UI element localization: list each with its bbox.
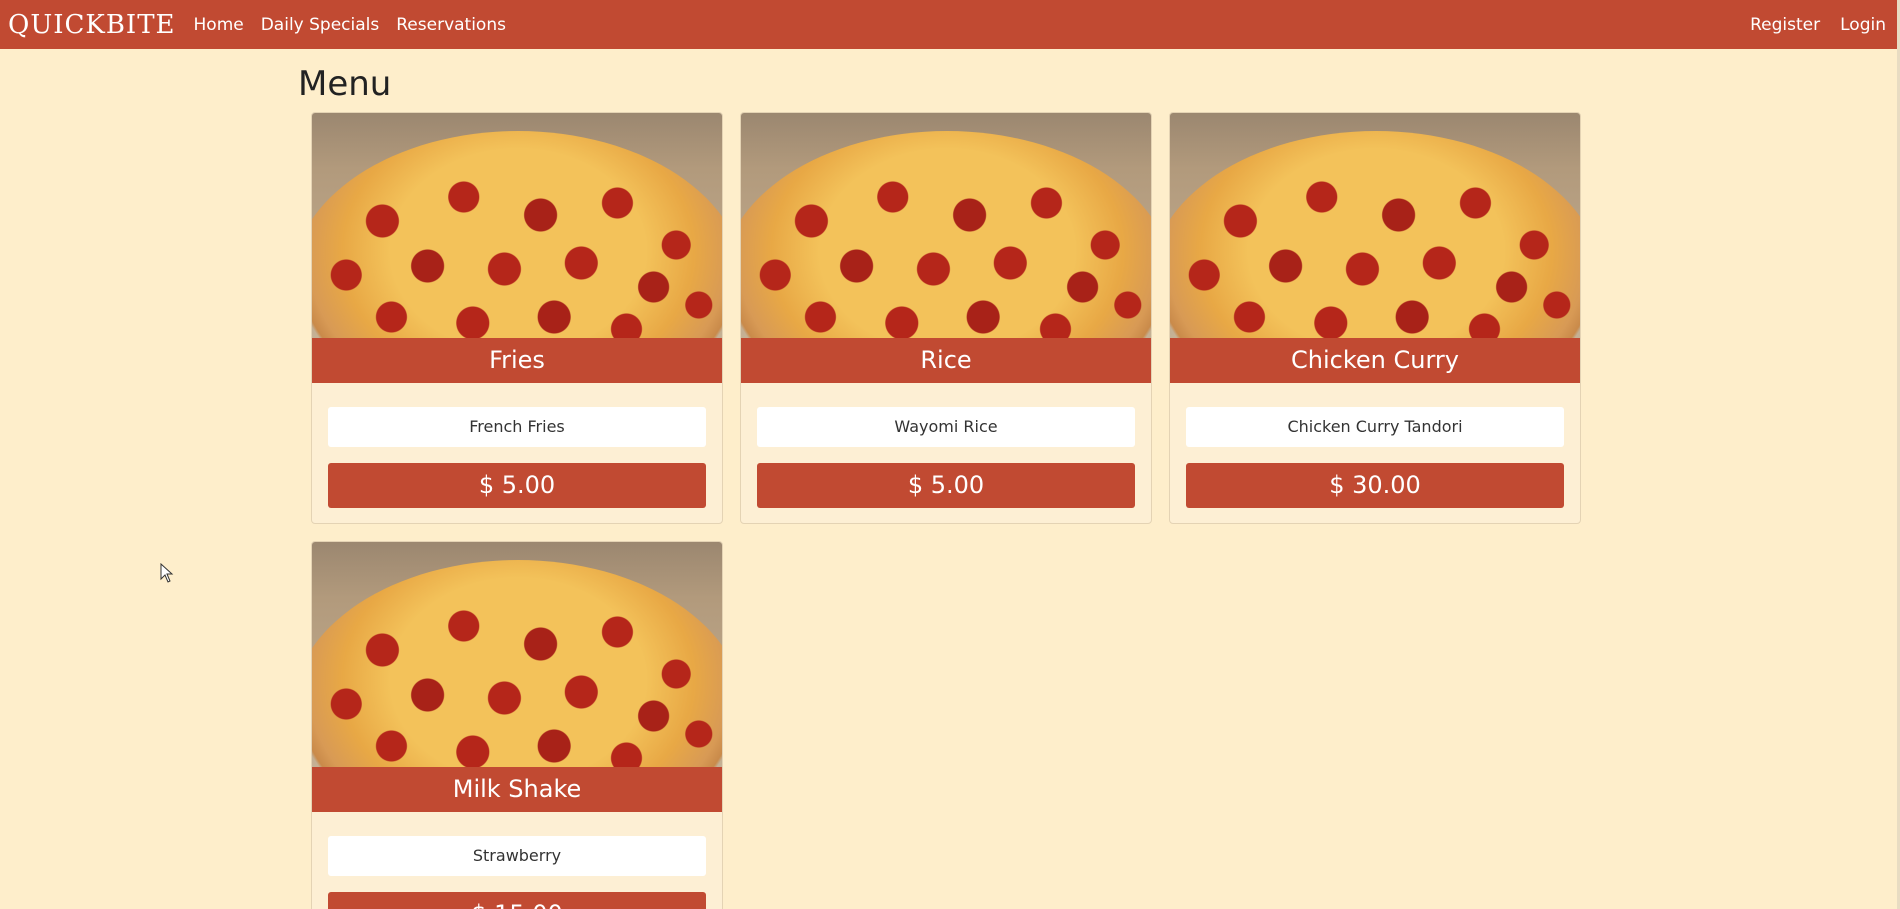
menu-item-price-button[interactable]: $ 30.00 — [1186, 463, 1564, 508]
top-navbar: QUICKBITE Home Daily Specials Reservatio… — [0, 0, 1900, 49]
menu-item-price-button[interactable]: $ 5.00 — [757, 463, 1135, 508]
menu-card: Chicken Curry Chicken Curry Tandori $ 30… — [1169, 112, 1581, 524]
nav-link-reservations[interactable]: Reservations — [396, 15, 506, 35]
menu-card: Fries French Fries $ 5.00 — [311, 112, 723, 524]
menu-card: Rice Wayomi Rice $ 5.00 — [740, 112, 1152, 524]
nav-right-group: Register Login — [1730, 15, 1886, 35]
menu-item-price-button[interactable]: $ 15.00 — [328, 892, 706, 909]
menu-item-name: Chicken Curry — [1170, 338, 1580, 383]
nav-link-login[interactable]: Login — [1840, 15, 1886, 35]
brand-logo[interactable]: QUICKBITE — [8, 10, 176, 40]
pizza-image — [1170, 113, 1580, 338]
nav-link-daily-specials[interactable]: Daily Specials — [261, 15, 380, 35]
pizza-image — [312, 542, 722, 767]
menu-item-price-button[interactable]: $ 5.00 — [328, 463, 706, 508]
menu-item-description: Chicken Curry Tandori — [1186, 407, 1564, 447]
pizza-image — [312, 113, 722, 338]
menu-item-name: Fries — [312, 338, 722, 383]
pizza-image — [741, 113, 1151, 338]
menu-item-name: Rice — [741, 338, 1151, 383]
menu-item-description: Strawberry — [328, 836, 706, 876]
nav-link-home[interactable]: Home — [194, 15, 244, 35]
menu-item-name: Milk Shake — [312, 767, 722, 812]
menu-item-description: French Fries — [328, 407, 706, 447]
menu-item-description: Wayomi Rice — [757, 407, 1135, 447]
nav-link-register[interactable]: Register — [1750, 15, 1820, 35]
menu-card: Milk Shake Strawberry $ 15.00 — [311, 541, 723, 909]
page-title: Menu — [298, 64, 392, 104]
mouse-pointer-icon — [160, 563, 174, 583]
